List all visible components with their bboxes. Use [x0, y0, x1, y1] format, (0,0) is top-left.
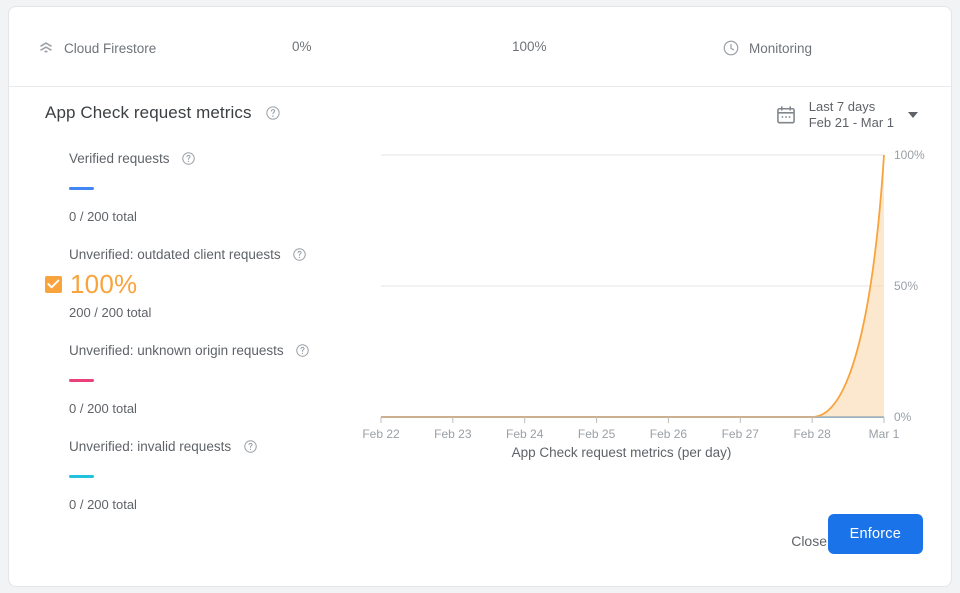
metric-label-text: Verified requests: [69, 151, 170, 166]
chart-y-tick-label: 100%: [894, 148, 925, 162]
chart-y-tick-label: 50%: [894, 279, 918, 293]
status-item-min-percent: 0%: [292, 39, 312, 54]
chart-x-tick-label: Feb 24: [506, 427, 544, 441]
chart-x-tick-label: Feb 26: [650, 427, 688, 441]
metric-color-swatch: [69, 187, 94, 190]
chart-x-tick-label: Feb 28: [793, 427, 831, 441]
metric-percent: 100%: [70, 269, 137, 299]
metric-value-row: [45, 363, 345, 397]
help-circle-icon[interactable]: [292, 247, 307, 262]
request-metrics-chart: 0% 50% 100% Feb 22 Feb 23 Feb 24 Feb 25 Feb 26 F…: [349, 145, 949, 530]
metric-value-row: [45, 171, 345, 205]
status-item-max-percent: 100%: [512, 39, 547, 54]
chart-canvas: 0% 50% 100% Feb 22 Feb 23 Feb 24 Feb 25 Feb 26 F…: [349, 145, 949, 445]
metric-unknown-origin-requests[interactable]: Unverified: unknown origin requests 0: [45, 342, 345, 416]
metrics-legend: Verified requests 0 / 200 total: [45, 150, 345, 512]
chart-y-tick-label: 0%: [894, 410, 912, 424]
metric-label-text: Unverified: invalid requests: [69, 439, 231, 454]
help-circle-icon[interactable]: [243, 439, 258, 454]
page-title: App Check request metrics: [45, 103, 281, 123]
page-title-text: App Check request metrics: [45, 103, 252, 122]
chart-x-tick-label: Feb 27: [722, 427, 760, 441]
status-strip: Cloud Firestore 0% 100% Monitoring: [9, 7, 951, 87]
metric-color-swatch: [69, 379, 94, 382]
status-item-label: Monitoring: [749, 41, 812, 56]
metric-value-row: [45, 459, 345, 493]
status-item-monitoring: Monitoring: [722, 39, 812, 57]
metric-verified-requests[interactable]: Verified requests 0 / 200 total: [45, 150, 345, 224]
metric-label: Unverified: outdated client requests: [69, 246, 345, 264]
metric-color-swatch: [69, 475, 94, 478]
chart-x-tick-label: Feb 22: [362, 427, 400, 441]
clock-icon: [722, 39, 740, 57]
chart-x-tick-label: Feb 23: [434, 427, 472, 441]
firestore-icon: [37, 39, 55, 57]
chart-x-tick-label: Feb 25: [578, 427, 616, 441]
date-range-secondary: Feb 21 - Mar 1: [809, 115, 894, 131]
date-range-selector[interactable]: Last 7 days Feb 21 - Mar 1: [775, 99, 918, 131]
date-range-primary: Last 7 days: [809, 99, 894, 115]
page-background: Cloud Firestore 0% 100% Monitoring: [0, 0, 960, 593]
metric-checkbox[interactable]: [45, 276, 62, 293]
chart-x-tick-label: Mar 1: [869, 427, 900, 441]
dialog-header: App Check request metrics: [9, 87, 951, 145]
metric-total: 0 / 200 total: [69, 401, 345, 416]
app-check-dialog: Cloud Firestore 0% 100% Monitoring: [8, 6, 952, 587]
status-item-label: 100%: [512, 39, 547, 54]
enforce-button[interactable]: Enforce: [828, 514, 923, 554]
status-item-label: Cloud Firestore: [64, 41, 156, 56]
help-circle-icon[interactable]: [265, 105, 281, 121]
metric-label-text: Unverified: unknown origin requests: [69, 343, 284, 358]
metric-label: Unverified: invalid requests: [69, 438, 345, 456]
chart-caption: App Check request metrics (per day): [349, 445, 894, 460]
metric-label: Unverified: unknown origin requests: [69, 342, 345, 360]
status-item-product: Cloud Firestore: [37, 39, 156, 57]
metric-label-text: Unverified: outdated client requests: [69, 247, 281, 262]
calendar-icon: [775, 104, 797, 126]
dialog-body: Verified requests 0 / 200 total: [9, 145, 951, 530]
help-circle-icon[interactable]: [295, 343, 310, 358]
status-item-label: 0%: [292, 39, 312, 54]
metric-total: 200 / 200 total: [69, 305, 345, 320]
metric-value-row: 100%: [45, 267, 345, 301]
chevron-down-icon[interactable]: [908, 112, 918, 118]
metric-label: Verified requests: [69, 150, 345, 168]
dialog-footer: Close Enforce: [9, 498, 951, 586]
help-circle-icon[interactable]: [181, 151, 196, 166]
date-range-text: Last 7 days Feb 21 - Mar 1: [809, 99, 894, 131]
metric-outdated-client-requests[interactable]: Unverified: outdated client requests: [45, 246, 345, 320]
metric-total: 0 / 200 total: [69, 209, 345, 224]
